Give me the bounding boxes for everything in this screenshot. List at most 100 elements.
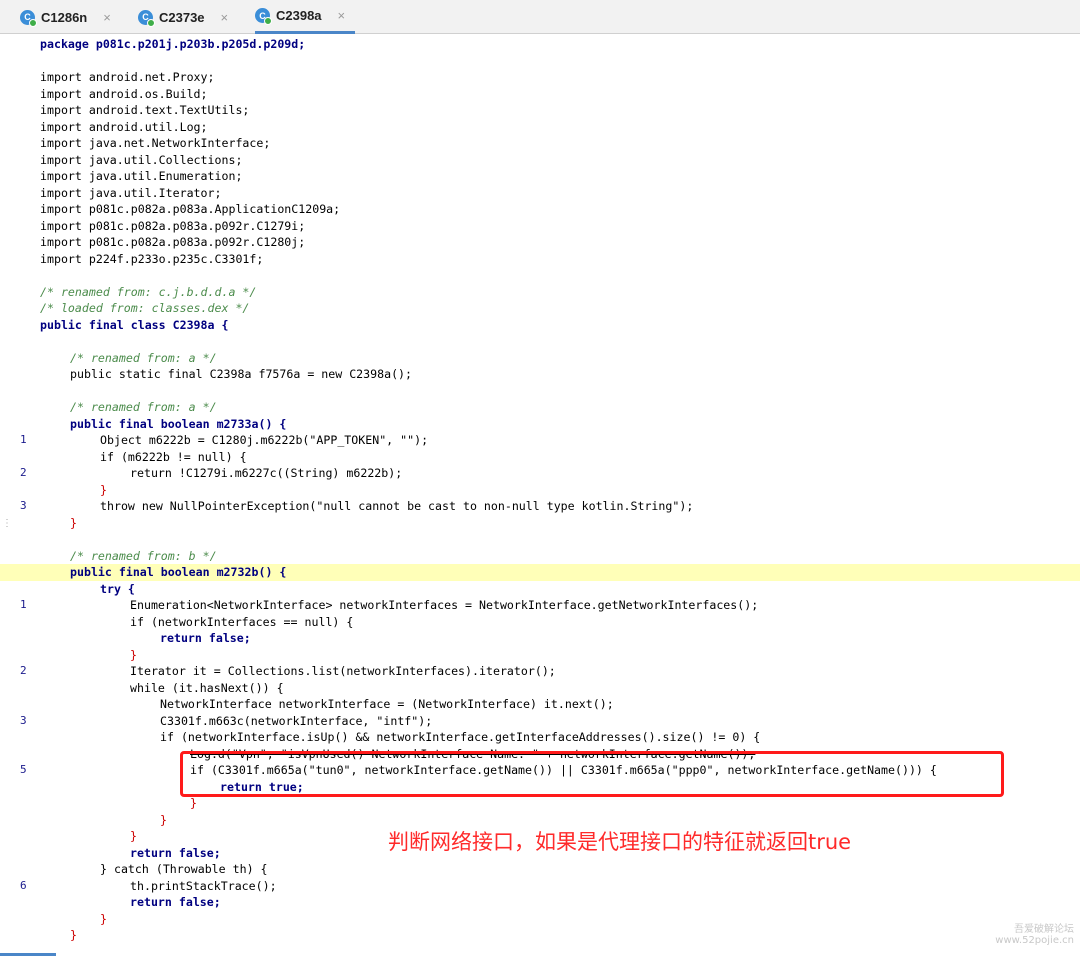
import-line: import android.text.TextUtils; — [40, 103, 250, 117]
package-declaration: package p081c.p201j.p203b.p205d.p209d; — [40, 37, 306, 51]
import-line: import p081c.p082a.p083a.p092r.C1280j; — [40, 235, 306, 249]
code-line: import android.net.Proxy; — [0, 69, 1080, 86]
code-statement: throw new NullPointerException("null can… — [100, 499, 694, 513]
code-line: if (networkInterface.isUp() && networkIn… — [0, 729, 1080, 746]
code-line: while (it.hasNext()) { — [0, 680, 1080, 697]
watermark-title: 吾爱破解论坛 — [1014, 924, 1074, 935]
code-line: return false; — [0, 630, 1080, 647]
import-line: import java.util.Iterator; — [40, 185, 222, 200]
code-line: /* loaded from: classes.dex */ — [0, 300, 1080, 317]
code-line: } — [0, 647, 1080, 664]
method-declaration: public final boolean m2733a() { — [70, 416, 287, 431]
code-line: import java.util.Iterator; — [0, 185, 1080, 202]
code-brace: } — [70, 928, 77, 942]
import-line: import p081c.p082a.p083a.ApplicationC120… — [40, 202, 341, 216]
code-statement: try { — [100, 581, 135, 596]
code-line: import p081c.p082a.p083a.ApplicationC120… — [0, 201, 1080, 218]
tab-c2373e[interactable]: C C2373e × — [138, 0, 228, 34]
line-number: 2 — [20, 466, 27, 479]
code-statement: C3301f.m663c(networkInterface, "intf"); — [160, 713, 433, 728]
class-icon: C — [255, 8, 272, 25]
code-statement: return !C1279i.m6227c((String) m6222b); — [130, 466, 403, 480]
line-number: 1 — [20, 433, 27, 446]
code-statement: th.printStackTrace(); — [130, 878, 277, 893]
code-line: NetworkInterface networkInterface = (Net… — [0, 696, 1080, 713]
tab-label: C2398a — [276, 8, 322, 23]
code-line: } — [0, 515, 1080, 532]
code-line: 1 Object m6222b = C1280j.m6222b("APP_TOKE… — [0, 432, 1080, 449]
code-line: } — [0, 911, 1080, 928]
code-line: 3 throw new NullPointerException("null ca… — [0, 498, 1080, 515]
watermark: 吾爱破解论坛 www.52pojie.cn — [995, 920, 1074, 946]
watermark-url: www.52pojie.cn — [995, 935, 1074, 946]
code-brace: } — [100, 911, 107, 926]
code-line: 2 Iterator it = Collections.list(networkI… — [0, 663, 1080, 680]
tab-label: C1286n — [41, 9, 88, 25]
code-line: /* renamed from: c.j.b.d.d.a */ — [0, 284, 1080, 301]
tab-label: C2373e — [159, 9, 205, 25]
code-line: public static final C2398a f7576a = new … — [0, 366, 1080, 383]
code-line: 6 th.printStackTrace(); — [0, 878, 1080, 895]
line-number: 5 — [20, 763, 27, 776]
code-line: return false; — [0, 894, 1080, 911]
code-line: 3 C3301f.m663c(networkInterface, "intf"); — [0, 713, 1080, 730]
class-icon: C — [138, 9, 155, 27]
code-line: import android.util.Log; — [0, 119, 1080, 136]
tab-c2398a[interactable]: C C2398a × — [255, 0, 356, 34]
code-line: import java.net.NetworkInterface; — [0, 135, 1080, 152]
code-line: 1 Enumeration<NetworkInterface> networkIn… — [0, 597, 1080, 614]
code-statement: return false; — [160, 631, 251, 645]
code-editor[interactable]: ⋮ package p081c.p201j.p203b.p205d.p209d;… — [0, 34, 1080, 956]
code-line: public final class C2398a { — [0, 317, 1080, 334]
line-number: 6 — [20, 878, 27, 892]
class-icon: C — [20, 9, 37, 27]
code-line: } — [0, 482, 1080, 499]
code-line: } — [0, 795, 1080, 812]
code-statement: if (networkInterface.isUp() && networkIn… — [160, 730, 761, 744]
import-line: import android.util.Log; — [40, 119, 208, 134]
code-line: 2 return !C1279i.m6227c((String) m6222b); — [0, 465, 1080, 482]
code-line: import android.text.TextUtils; — [0, 102, 1080, 119]
import-line: import p081c.p082a.p083a.p092r.C1279i; — [40, 218, 306, 233]
code-line: import p224f.p233o.p235c.C3301f; — [0, 251, 1080, 268]
code-comment: /* renamed from: a */ — [70, 400, 217, 414]
code-comment: /* loaded from: classes.dex */ — [40, 301, 250, 315]
code-line: import android.os.Build; — [0, 86, 1080, 103]
line-number: 1 — [20, 598, 27, 611]
line-number: 2 — [20, 664, 27, 677]
code-line: if (m6222b != null) { — [0, 449, 1080, 466]
code-line: /* renamed from: a */ — [0, 399, 1080, 416]
close-icon[interactable]: × — [221, 10, 229, 25]
code-statement: if (networkInterfaces == null) { — [130, 614, 354, 629]
line-number: 3 — [20, 499, 27, 512]
class-declaration: public final class C2398a { — [40, 317, 229, 332]
code-statement: if (m6222b != null) { — [100, 449, 247, 464]
code-statement: return false; — [130, 895, 221, 909]
code-comment: /* renamed from: b */ — [70, 548, 217, 563]
close-icon[interactable]: × — [103, 10, 111, 25]
code-statement: return false; — [130, 845, 221, 860]
close-icon[interactable]: × — [338, 8, 346, 23]
method-declaration: public final boolean m2732b() { — [70, 565, 287, 579]
code-brace: } — [160, 812, 167, 827]
annotation-highlight-box — [180, 751, 1004, 797]
highlighted-code-line: public final boolean m2732b() { — [0, 564, 1080, 581]
code-brace: } — [130, 829, 137, 843]
code-statement: Enumeration<NetworkInterface> networkInt… — [130, 598, 759, 612]
code-line: import java.util.Collections; — [0, 152, 1080, 169]
code-line: import p081c.p082a.p083a.p092r.C1279i; — [0, 218, 1080, 235]
import-line: import android.net.Proxy; — [40, 70, 215, 84]
code-brace: } — [190, 796, 197, 810]
code-brace: } — [70, 515, 77, 530]
import-line: import java.util.Collections; — [40, 152, 243, 167]
code-line: } catch (Throwable th) { — [0, 861, 1080, 878]
annotation-text: 判断网络接口，如果是代理接口的特征就返回true — [388, 830, 852, 854]
import-line: import java.net.NetworkInterface; — [40, 136, 271, 150]
tab-c1286n[interactable]: C C1286n × — [20, 0, 111, 34]
import-line: import java.util.Enumeration; — [40, 169, 243, 183]
import-line: import android.os.Build; — [40, 86, 208, 101]
code-line: /* renamed from: b */ — [0, 548, 1080, 565]
code-statement: NetworkInterface networkInterface = (Net… — [160, 697, 614, 711]
code-brace: } — [130, 647, 137, 662]
code-line: /* renamed from: a */ — [0, 350, 1080, 367]
